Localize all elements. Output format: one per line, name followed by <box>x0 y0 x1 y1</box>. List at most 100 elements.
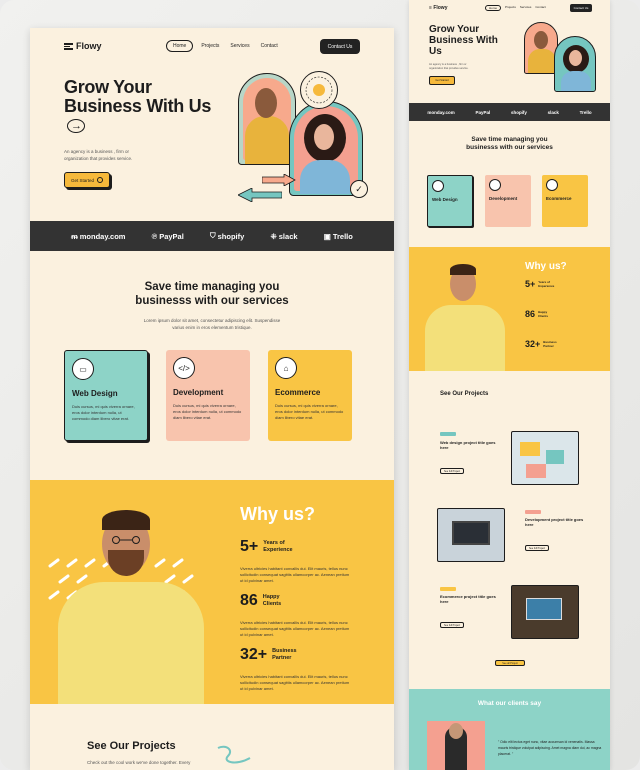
see-full-project-button[interactable]: See full Project <box>440 622 464 628</box>
nav-services[interactable]: Services <box>520 5 532 11</box>
sun-icon <box>313 84 325 96</box>
paypal-icon: ℗ <box>151 231 158 241</box>
monitor-shape <box>452 521 490 545</box>
service-card-development[interactable]: </> Development Duis cursus, mi quis viv… <box>166 350 250 441</box>
service-card-ecommerce[interactable]: ⌂ Ecommerce Duis cursus, mi quis viverra… <box>268 350 352 441</box>
nav-home[interactable]: Home <box>166 40 194 52</box>
stat-number: 86 <box>525 309 536 319</box>
arrow-right-shape <box>262 174 296 186</box>
stat-label-2: Partner <box>272 655 292 661</box>
navbar: Flowy Home Projects Services Contact Con… <box>30 28 394 68</box>
get-started-button[interactable]: Get Started <box>429 76 455 85</box>
stat-label-1: Business <box>272 648 297 654</box>
man-hair <box>102 510 150 530</box>
partner-logos: ᵯ monday.com ℗ PayPal ⛉ shopify ⁜ slack ▣ Tre… <box>30 221 394 251</box>
nav-contact[interactable]: Contact <box>535 5 545 11</box>
partner-name: shopify <box>217 231 245 241</box>
agency-badge <box>300 71 338 109</box>
projects-subtitle: Check out the cool work we've done toget… <box>87 760 191 765</box>
partner-monday: ᵯ monday.com <box>71 232 125 241</box>
landing-page-large: Flowy Home Projects Services Contact Con… <box>30 28 394 770</box>
hero-image-man <box>524 22 558 74</box>
service-card-web-design[interactable]: ▭ Web Design Duis cursus, mi quis viverr… <box>64 350 148 441</box>
brand-logo[interactable]: ≡ Flowy <box>429 5 447 11</box>
nav-contact[interactable]: Contact <box>258 41 281 51</box>
sticky-note <box>520 442 540 456</box>
partner-trello: Trello <box>579 109 592 115</box>
woman-body <box>300 160 350 194</box>
project-image-development[interactable] <box>437 508 505 562</box>
stat-label: Years of Experience <box>263 540 292 554</box>
check-icon: ✓ <box>350 180 368 198</box>
stat-label: Business Partner <box>543 340 556 348</box>
partner-name: Trello <box>332 231 353 241</box>
stat-label-2: Experience <box>538 284 555 288</box>
monitor-icon: ▭ <box>72 358 94 380</box>
woman-face <box>569 50 582 66</box>
card-desc: Duis cursus, mi quis viverra ornare, ero… <box>275 403 344 420</box>
hero-title: Grow Your Business With Us <box>64 78 214 137</box>
partner-paypal: ℗ PayPal <box>152 232 184 241</box>
stat-number: 86 <box>240 592 258 609</box>
stat-label-1: Years of <box>263 540 285 546</box>
get-started-button[interactable]: Get Started <box>64 172 110 188</box>
stat-desc: Viverra ultricies habitant convallis dui… <box>240 566 350 583</box>
stat-label-1: Happy <box>262 594 280 600</box>
contact-us-button[interactable]: Contact Us <box>320 39 360 54</box>
partner-slack: ⁜ slack <box>270 232 297 241</box>
brand-logo[interactable]: Flowy <box>64 41 102 51</box>
testimonials-title: What our clients say <box>477 700 542 707</box>
see-full-project-button[interactable]: See full Project <box>525 545 549 551</box>
stat-label: Business Partner <box>272 648 296 662</box>
code-window-icon: </> <box>173 357 195 379</box>
slack-icon: ⁜ <box>270 231 277 241</box>
stat-label-2: Experience <box>263 547 293 553</box>
contact-us-button[interactable]: Contact Us <box>570 4 592 12</box>
shopping-bag-icon: ⌂ <box>275 357 297 379</box>
project-title: Ecommerce project title goes here <box>440 594 496 604</box>
squiggle-decoration <box>217 745 251 764</box>
see-all-projects-button[interactable]: See all Project <box>495 660 525 666</box>
stat-label: Happy Clients <box>263 594 281 608</box>
nav-projects[interactable]: Projects <box>198 41 222 51</box>
partner-name: slack <box>278 231 298 241</box>
man-hair <box>450 264 476 275</box>
services-title-text: Save time managing you businesss with ou… <box>466 136 553 151</box>
service-card-development[interactable]: Development <box>485 175 531 227</box>
monitor-icon <box>432 180 444 192</box>
nav-links: Home Projects Services Contact <box>485 5 546 11</box>
projects-section: See Our Projects Check out the cool work… <box>30 704 394 770</box>
nav-services[interactable]: Services <box>227 41 252 51</box>
service-card-web-design[interactable]: Web Design <box>427 175 473 227</box>
open-sign <box>526 598 562 620</box>
stat-clients: 86 Happy Clients <box>240 592 281 610</box>
partner-name: PayPal <box>159 231 184 241</box>
service-card-ecommerce[interactable]: Ecommerce <box>542 175 588 227</box>
project-image-ecommerce[interactable] <box>511 585 579 639</box>
why-us-title: Why us? <box>240 504 315 524</box>
services-subtitle: Lorem ipsum dolor sit amet, consectetur … <box>143 318 281 330</box>
why-us-section: Why us? 5+ Years of Experience 86 Happy Clie… <box>409 247 610 371</box>
man-shirt <box>425 305 505 371</box>
trello-icon: ▣ <box>323 231 331 241</box>
stat-partners: 32+ Business Partner <box>240 646 297 664</box>
partner-shopify: ⛉ shopify <box>210 231 244 241</box>
nav-projects[interactable]: Projects <box>505 5 516 11</box>
nav-home[interactable]: Home <box>485 5 502 11</box>
glasses-icon <box>112 536 140 544</box>
card-title: Development <box>173 388 224 397</box>
project-image-web-design[interactable] <box>511 431 579 485</box>
man-body <box>245 116 289 164</box>
see-full-project-button[interactable]: See full Project <box>440 468 464 474</box>
card-title: Development <box>489 196 518 201</box>
partner-paypal: PayPal <box>475 109 491 115</box>
stat-label: Happy Clients <box>538 310 548 318</box>
code-window-icon <box>489 179 501 191</box>
hero-image-man <box>238 73 296 165</box>
sticky-note <box>526 464 546 478</box>
card-title: Web Design <box>432 197 458 202</box>
hero-title: Grow Your Business With Us <box>429 24 498 57</box>
partner-name: monday.com <box>79 231 126 241</box>
card-title: Web Design <box>72 389 118 398</box>
card-desc: Duis cursus, mi quis viverra ornare, ero… <box>72 404 135 421</box>
